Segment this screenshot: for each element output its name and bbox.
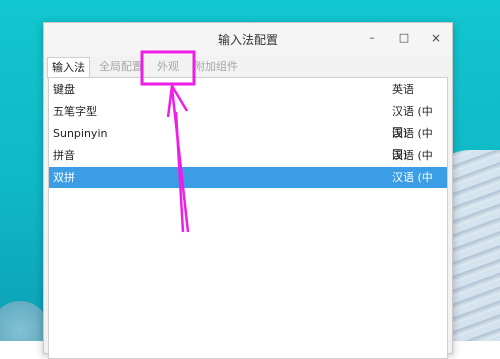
tab-bar: 输入法 全局配置 外观 附加组件: [44, 55, 452, 79]
list-item-selected[interactable]: 双拼 汉语 (中国): [49, 167, 447, 205]
minimize-icon[interactable]: –: [364, 30, 380, 46]
input-method-name: 拼音: [53, 149, 75, 162]
input-method-language: 汉语 (中国): [392, 171, 433, 205]
input-method-list: 键盘 英语 五笔字型 汉语 (中国) Sunpinyin 汉语 (中国) 拼音 …: [48, 77, 448, 359]
maximize-icon[interactable]: □: [396, 30, 412, 46]
tab-addons[interactable]: 附加组件: [190, 57, 242, 77]
title-bar[interactable]: 输入法配置 – □ ×: [44, 23, 452, 55]
window-title: 输入法配置: [217, 33, 278, 47]
input-method-name: 双拼: [53, 171, 75, 184]
input-method-language: 英语: [392, 83, 414, 96]
list-item[interactable]: 拼音 汉语 (中国): [49, 145, 447, 183]
tab-input-method[interactable]: 输入法: [47, 57, 90, 79]
input-method-name: Sunpinyin: [53, 127, 108, 140]
tab-global-config[interactable]: 全局配置: [95, 57, 147, 77]
input-method-name: 键盘: [53, 83, 75, 96]
tab-appearance[interactable]: 外观: [153, 57, 183, 77]
input-method-name: 五笔字型: [53, 105, 97, 118]
input-method-config-window: 输入法配置 – □ × 输入法 全局配置 外观 附加组件 键盘 英语 五笔字型 …: [43, 22, 453, 359]
close-icon[interactable]: ×: [428, 30, 444, 46]
list-item[interactable]: Sunpinyin 汉语 (中国): [49, 123, 447, 161]
list-item[interactable]: 五笔字型 汉语 (中国): [49, 101, 447, 139]
list-item[interactable]: 键盘 英语: [49, 79, 447, 100]
